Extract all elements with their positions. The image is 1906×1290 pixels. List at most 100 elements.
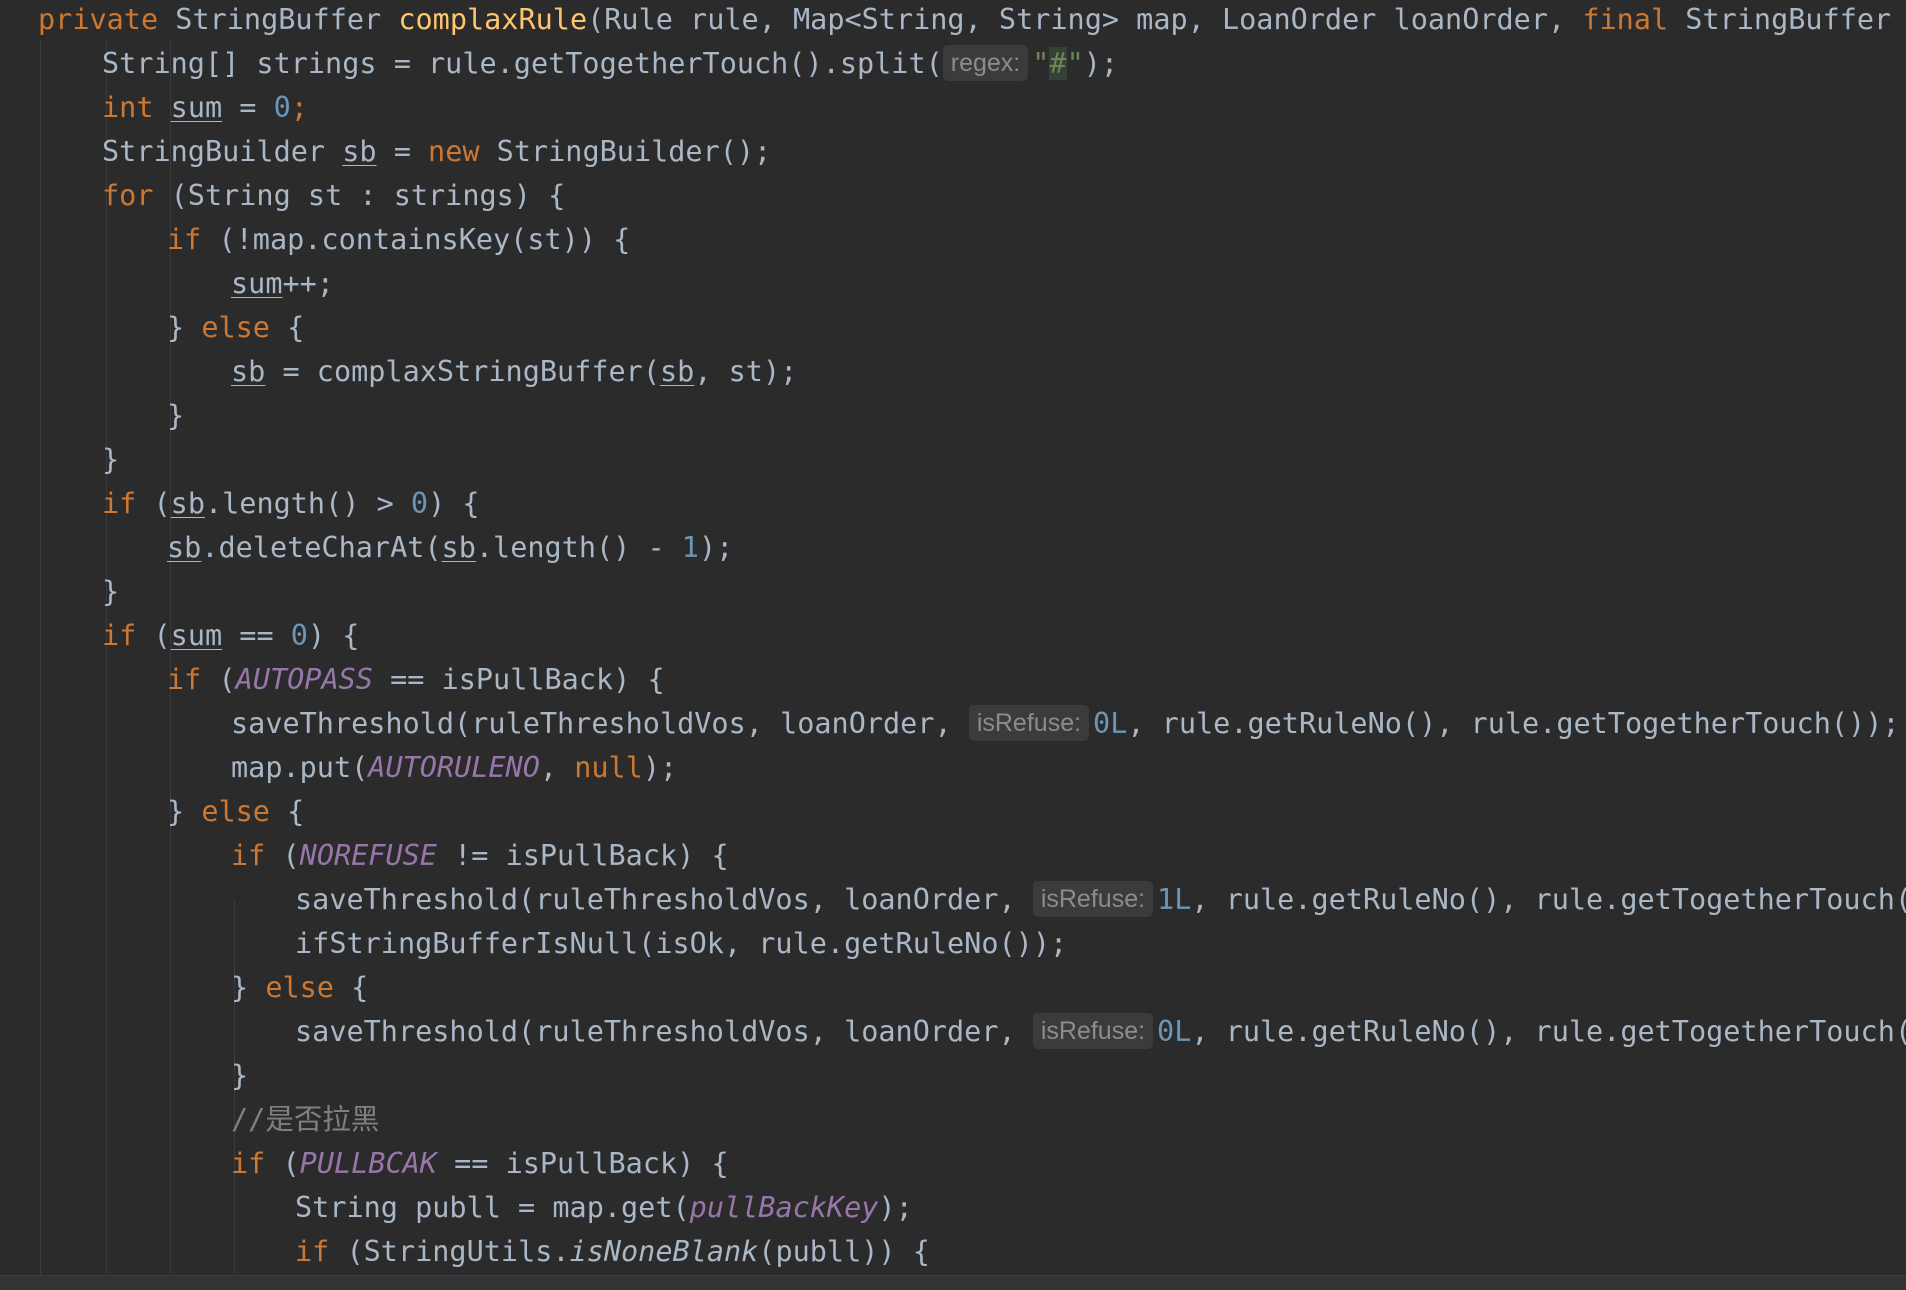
code-line[interactable]: sb.deleteCharAt(sb.length() - 1);: [0, 526, 733, 570]
horizontal-scrollbar[interactable]: [0, 1275, 1906, 1290]
code-line[interactable]: saveThreshold(ruleThresholdVos, loanOrde…: [0, 702, 1900, 746]
code-line[interactable]: private StringBuffer complaxRule(Rule ru…: [0, 0, 1906, 42]
code-text: .length() >: [204, 487, 411, 520]
code-text: String publl = map.get(: [295, 1191, 690, 1224]
code-text: .deleteCharAt(: [201, 531, 442, 564]
static-method-call: isNoneBlank: [569, 1235, 759, 1268]
code-text: ifStringBufferIsNull(isOk, rule.getRuleN…: [295, 927, 1068, 960]
code-text: }: [231, 1059, 249, 1092]
code-text: map.put(: [231, 751, 369, 784]
code-line[interactable]: sb = complaxStringBuffer(sb, st);: [0, 350, 797, 394]
code-text: }: [167, 311, 202, 344]
number-literal: 0: [410, 487, 429, 520]
static-constant: AUTORULENO: [368, 751, 540, 784]
keyword: else: [265, 971, 334, 1004]
line-comment: //是否拉黑: [231, 1103, 380, 1136]
code-text: }: [102, 575, 120, 608]
code-text: }: [102, 443, 120, 476]
code-text: saveThreshold(ruleThresholdVos, loanOrde…: [231, 707, 969, 740]
code-line[interactable]: }: [0, 438, 119, 482]
code-text: (publl)) {: [758, 1235, 930, 1268]
keyword: if: [102, 487, 137, 520]
code-line[interactable]: if (NOREFUSE != isPullBack) {: [0, 834, 729, 878]
code-text: =: [222, 91, 274, 124]
local-variable: sb: [167, 531, 202, 564]
code-line[interactable]: }: [0, 1054, 248, 1098]
code-text: {: [269, 795, 305, 828]
code-text: , rule.getRuleNo(), rule.getTogetherTouc…: [1191, 883, 1906, 916]
code-line[interactable]: int sum = 0;: [0, 86, 308, 130]
code-text: ) {: [428, 487, 480, 520]
keyword: private: [38, 3, 159, 36]
code-line[interactable]: sum++;: [0, 262, 334, 306]
code-line[interactable]: //是否拉黑: [0, 1098, 379, 1142]
code-line[interactable]: String publl = map.get(pullBackKey);: [0, 1186, 913, 1230]
keyword: else: [201, 311, 270, 344]
keyword: int: [102, 91, 154, 124]
local-variable: sum: [170, 619, 223, 652]
code-text: , st);: [694, 355, 798, 388]
code-text: (: [265, 839, 300, 872]
number-literal: 0: [273, 91, 291, 124]
keyword: final: [1582, 3, 1669, 36]
static-constant: NOREFUSE: [299, 839, 437, 872]
code-line[interactable]: if (AUTOPASS == isPullBack) {: [0, 658, 665, 702]
code-line[interactable]: } else {: [0, 790, 304, 834]
code-line[interactable]: ifStringBufferIsNull(isOk, rule.getRuleN…: [0, 922, 1067, 966]
code-line[interactable]: } else {: [0, 966, 368, 1010]
local-variable: sb: [441, 531, 476, 564]
keyword: if: [167, 663, 202, 696]
code-line[interactable]: saveThreshold(ruleThresholdVos, loanOrde…: [0, 878, 1906, 922]
number-literal: 1: [681, 531, 699, 564]
code-line[interactable]: map.put(AUTORULENO, null);: [0, 746, 677, 790]
code-text: saveThreshold(ruleThresholdVos, loanOrde…: [295, 883, 1033, 916]
code-text: (: [265, 1147, 300, 1180]
parameter-hint: isRefuse:: [1032, 881, 1154, 917]
code-line[interactable]: }: [0, 570, 119, 614]
local-variable: sb: [170, 487, 205, 520]
local-variable: sb: [231, 355, 266, 388]
code-text: }: [167, 795, 202, 828]
number-literal: 1L: [1157, 883, 1192, 916]
code-line[interactable]: saveThreshold(ruleThresholdVos, loanOrde…: [0, 1010, 1906, 1054]
static-constant: PULLBCAK: [299, 1147, 437, 1180]
code-line[interactable]: if (sum == 0) {: [0, 614, 359, 658]
code-text: (String st : strings) {: [153, 179, 566, 212]
return-type: StringBuffer: [175, 3, 382, 36]
parameter-list: (Rule rule, Map<String, String> map, Loa…: [587, 3, 1583, 36]
semicolon: ;: [290, 91, 308, 124]
parameter-hint: isRefuse:: [968, 705, 1090, 741]
code-line[interactable]: if (PULLBCAK == isPullBack) {: [0, 1142, 729, 1186]
code-line[interactable]: }: [0, 394, 184, 438]
number-literal: 0L: [1157, 1015, 1192, 1048]
code-text: (: [136, 487, 171, 520]
keyword: if: [102, 619, 137, 652]
code-line[interactable]: if (sb.length() > 0) {: [0, 482, 480, 526]
code-line[interactable]: String[] strings = rule.getTogetherTouch…: [0, 42, 1118, 86]
code-line[interactable]: } else {: [0, 306, 304, 350]
code-text: (: [201, 663, 236, 696]
code-text: saveThreshold(ruleThresholdVos, loanOrde…: [295, 1015, 1033, 1048]
keyword: new: [428, 135, 480, 168]
code-line[interactable]: if (!map.containsKey(st)) {: [0, 218, 630, 262]
code-text: ) {: [307, 619, 360, 652]
code-text: ,: [539, 751, 575, 784]
local-variable: sum: [170, 91, 223, 124]
code-text: }: [167, 399, 185, 432]
code-editor[interactable]: private StringBuffer complaxRule(Rule ru…: [0, 0, 1906, 1290]
code-line[interactable]: if (StringUtils.isNoneBlank(publl)) {: [0, 1230, 930, 1274]
code-text: , rule.getRuleNo(), rule.getTogetherTouc…: [1127, 707, 1900, 740]
parameter-hint: isRefuse:: [1032, 1013, 1154, 1049]
code-text: String[] strings = rule.getTogetherTouch…: [102, 47, 943, 80]
number-literal: 0: [290, 619, 308, 652]
method-name: complaxRule: [398, 3, 588, 36]
code-text: );: [878, 1191, 913, 1224]
code-text: {: [269, 311, 305, 344]
keyword: null: [574, 751, 643, 784]
local-variable: sb: [342, 135, 377, 168]
code-line[interactable]: for (String st : strings) {: [0, 174, 565, 218]
code-line[interactable]: StringBuilder sb = new StringBuilder();: [0, 130, 771, 174]
parameter-list: StringBuffer isOk, Li: [1685, 3, 1892, 36]
field-reference: pullBackKey: [689, 1191, 879, 1224]
keyword: if: [295, 1235, 330, 1268]
